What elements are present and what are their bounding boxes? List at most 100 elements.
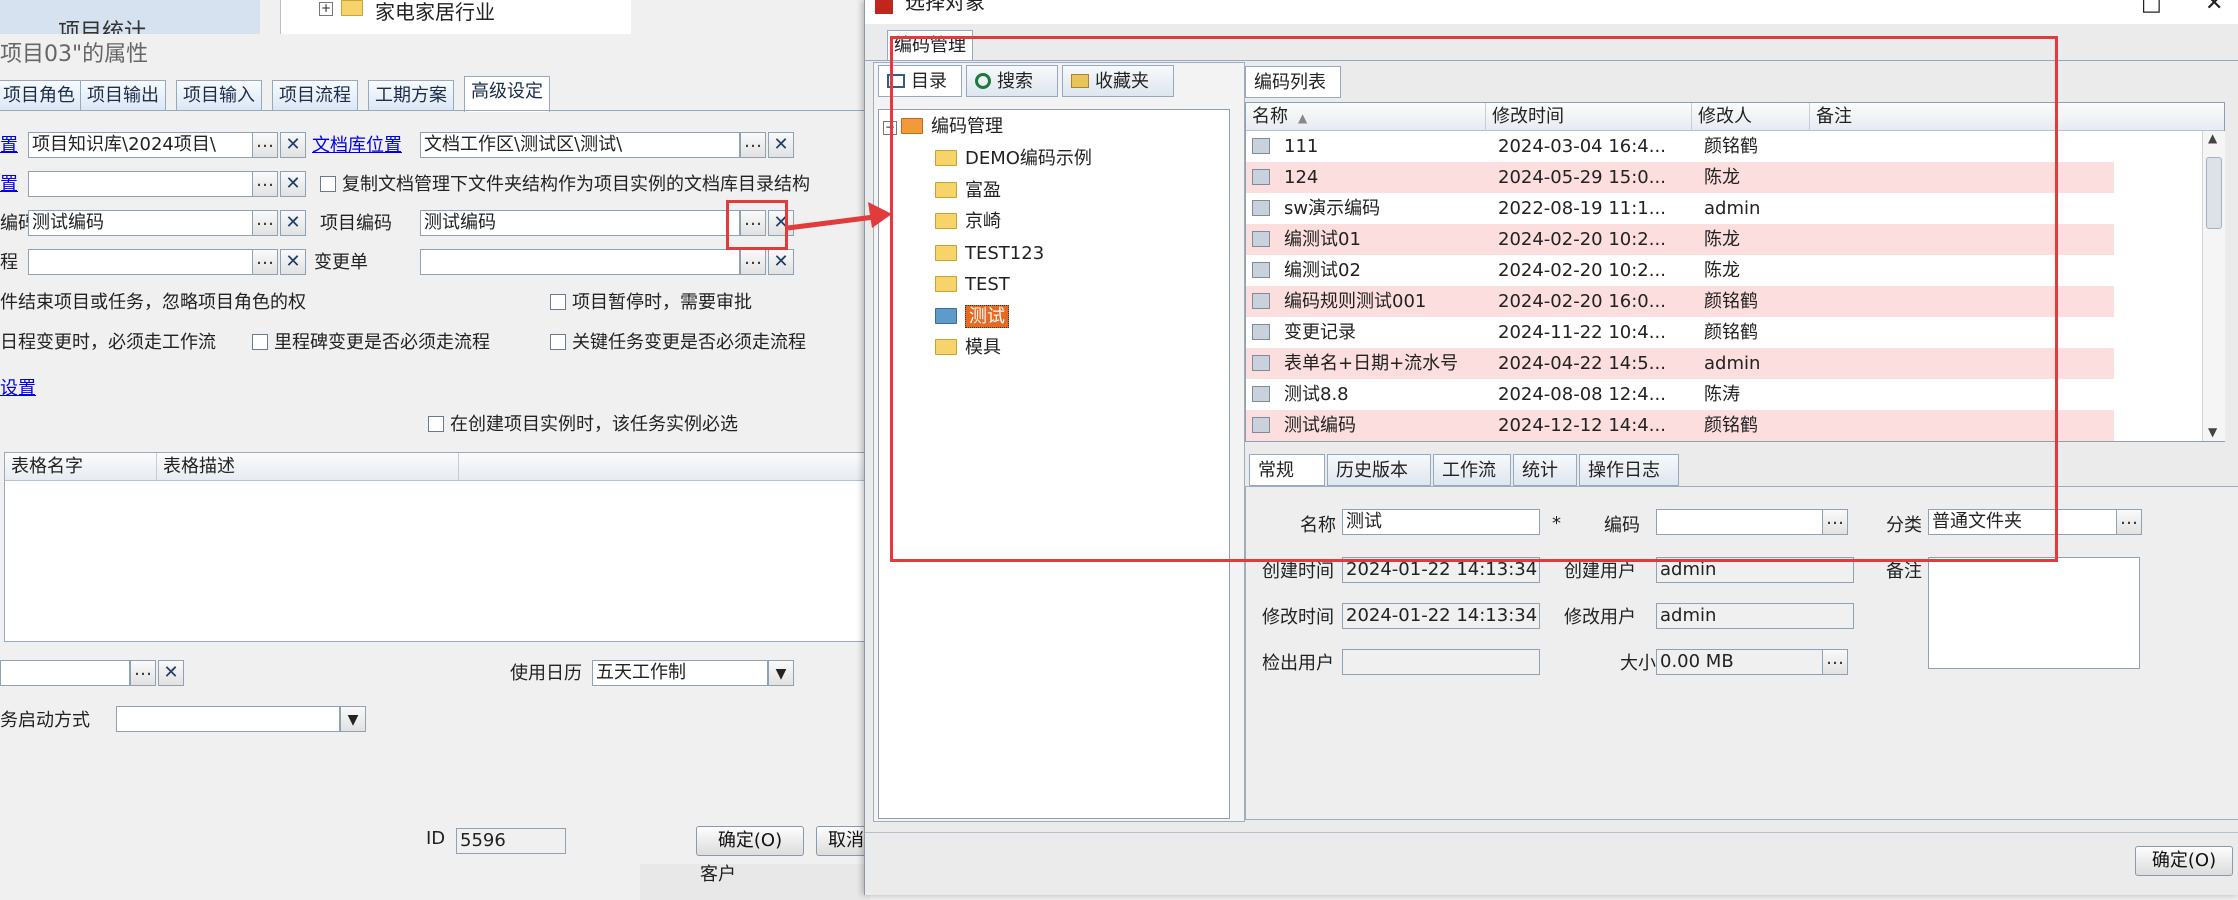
tab-search[interactable]: 搜索	[966, 65, 1058, 97]
project-code-browse-button[interactable]: …	[740, 210, 766, 236]
settings-link[interactable]: 设置	[0, 374, 36, 400]
form-table-grid[interactable]: 表格名字 表格描述	[4, 452, 870, 642]
column-modified-by[interactable]: 修改人	[1692, 103, 1810, 131]
list-row[interactable]: 编测试01 2024-02-20 10:2... 陈龙	[1246, 224, 2114, 255]
row-name: 编测试01	[1284, 229, 1361, 250]
tree-item[interactable]: 富盈	[935, 176, 1001, 206]
list-row[interactable]: sw演示编码 2022-08-19 11:1... admin	[1246, 193, 2114, 224]
scroll-thumb[interactable]	[2206, 157, 2222, 229]
column-form-name[interactable]: 表格名字	[5, 453, 157, 481]
list-row[interactable]: 变更记录 2024-11-22 10:4... 颜铭鹤	[1246, 317, 2114, 348]
tree-item-appliance[interactable]: 家电家居行业	[375, 0, 495, 25]
copy-structure-checkbox[interactable]	[320, 176, 336, 192]
clear-button[interactable]: ✕	[158, 660, 184, 686]
browse-button[interactable]: …	[252, 210, 278, 236]
tab-schedule-plan[interactable]: 工期方案	[368, 80, 454, 111]
browse-button[interactable]: …	[252, 132, 278, 158]
clear-button[interactable]: ✕	[280, 171, 306, 197]
change-order-field[interactable]	[420, 249, 740, 275]
tree-root[interactable]: − 编码管理	[883, 112, 1003, 142]
list-row[interactable]: 编测试02 2024-02-20 10:2... 陈龙	[1246, 255, 2114, 286]
clear-button[interactable]: ✕	[280, 132, 306, 158]
calendar-select[interactable]: 五天工作制	[592, 660, 768, 686]
tab-statistics[interactable]: 统计	[1513, 454, 1577, 486]
flow-field-left[interactable]	[28, 249, 254, 275]
column-notes[interactable]: 备注	[1810, 103, 2110, 131]
expand-icon[interactable]: +	[319, 2, 333, 16]
clear-button[interactable]: ✕	[280, 210, 306, 236]
location-field-2[interactable]	[28, 171, 254, 197]
tab-code-management[interactable]: 编码管理	[887, 30, 973, 61]
pause-approval-checkbox[interactable]	[550, 294, 566, 310]
column-name[interactable]: 名称 ▲	[1246, 103, 1486, 131]
tree-item[interactable]: TEST123	[935, 239, 1044, 269]
list-row[interactable]: 111 2024-03-04 16:4... 颜铭鹤	[1246, 131, 2114, 162]
scroll-down-icon[interactable]: ▼	[2208, 425, 2217, 439]
task-instance-required-checkbox[interactable]	[428, 416, 444, 432]
browse-button[interactable]: …	[740, 132, 766, 158]
browse-button[interactable]: …	[1822, 509, 1848, 535]
scroll-up-icon[interactable]: ▲	[2208, 131, 2217, 145]
knowledge-base-field[interactable]: 项目知识库\2024项目\	[28, 132, 254, 158]
browse-button[interactable]: …	[252, 171, 278, 197]
tree-item-selected[interactable]: 测试	[935, 302, 1009, 332]
tree-item[interactable]: 京崎	[935, 207, 1001, 237]
list-row[interactable]: 测试编码 2024-12-12 14:4... 颜铭鹤	[1246, 410, 2114, 441]
milestone-flow-checkbox[interactable]	[252, 334, 268, 350]
chevron-down-icon[interactable]: ▼	[768, 660, 794, 686]
browse-button[interactable]: …	[130, 660, 156, 686]
ok-button[interactable]: 确定(O)	[2135, 846, 2233, 876]
tab-directory[interactable]: 目录	[878, 65, 962, 97]
clear-button[interactable]: ✕	[280, 249, 306, 275]
column-modified-time[interactable]: 修改时间	[1486, 103, 1692, 131]
tab-project-flow[interactable]: 项目流程	[272, 80, 358, 111]
ok-button[interactable]: 确定(O)	[696, 826, 804, 856]
tab-operation-log[interactable]: 操作日志	[1579, 454, 1679, 486]
code-field-left[interactable]: 测试编码	[28, 210, 254, 236]
clear-button[interactable]: ✕	[768, 249, 794, 275]
list-row[interactable]: 124 2024-05-29 15:0... 陈龙	[1246, 162, 2114, 193]
tab-project-input[interactable]: 项目输入	[176, 80, 262, 111]
category-field[interactable]: 普通文件夹	[1928, 509, 2118, 535]
tab-history[interactable]: 历史版本	[1327, 454, 1431, 486]
directory-tree[interactable]: − 编码管理 DEMO编码示例 富盈 京崎 TEST123 TEST 测试 模具	[878, 109, 1230, 819]
tab-code-list[interactable]: 编码列表	[1245, 66, 1341, 98]
maximize-icon[interactable]: □	[2141, 0, 2162, 15]
clear-button[interactable]: ✕	[768, 210, 794, 236]
chevron-down-icon[interactable]: ▼	[340, 706, 366, 732]
location-link-left[interactable]: 置	[0, 131, 18, 157]
tab-advanced-settings[interactable]: 高级设定	[464, 76, 550, 112]
doc-library-field[interactable]: 文档工作区\测试区\测试\	[420, 132, 740, 158]
collapse-icon[interactable]: −	[883, 121, 897, 135]
location-link-left-2[interactable]: 置	[0, 170, 18, 196]
key-task-flow-checkbox[interactable]	[550, 334, 566, 350]
note-field[interactable]	[1928, 557, 2140, 669]
tab-favorites[interactable]: 收藏夹	[1062, 65, 1174, 97]
browse-button[interactable]: …	[740, 249, 766, 275]
tab-project-roles[interactable]: 项目角色	[0, 80, 82, 111]
code-field[interactable]	[1656, 509, 1824, 535]
doc-library-location-link[interactable]: 文档库位置	[312, 131, 402, 157]
tab-general[interactable]: 常规	[1249, 454, 1325, 486]
list-row[interactable]: 编码规则测试001 2024-02-20 16:0... 颜铭鹤	[1246, 286, 2114, 317]
clear-button[interactable]: ✕	[768, 132, 794, 158]
close-icon[interactable]: ✕	[2205, 0, 2223, 15]
row-name: 编测试02	[1284, 260, 1361, 281]
browse-button[interactable]: …	[2116, 509, 2142, 535]
vertical-scrollbar[interactable]: ▲ ▼	[2202, 131, 2225, 441]
name-field[interactable]: 测试	[1342, 509, 1540, 535]
tab-project-output[interactable]: 项目输出	[80, 80, 166, 111]
tree-item[interactable]: 模具	[935, 333, 1001, 363]
code-list[interactable]: 名称 ▲ 修改时间 修改人 备注 111 2024-03-04 16:4... 颜铭鹤…	[1245, 102, 2225, 442]
tree-item[interactable]: DEMO编码示例	[935, 144, 1092, 174]
browse-button[interactable]: …	[1822, 649, 1848, 675]
list-row[interactable]: 表单名+日期+流水号 2024-04-22 14:5... admin	[1246, 348, 2114, 379]
column-form-desc[interactable]: 表格描述	[157, 453, 459, 481]
list-row[interactable]: 测试8.8 2024-08-08 12:4... 陈涛	[1246, 379, 2114, 410]
tab-workflow[interactable]: 工作流	[1433, 454, 1511, 486]
task-startup-select[interactable]	[116, 706, 340, 732]
project-code-field[interactable]: 测试编码	[420, 210, 740, 236]
tree-item[interactable]: TEST	[935, 270, 1010, 300]
browse-button[interactable]: …	[252, 249, 278, 275]
bottom-left-field[interactable]	[0, 660, 130, 686]
